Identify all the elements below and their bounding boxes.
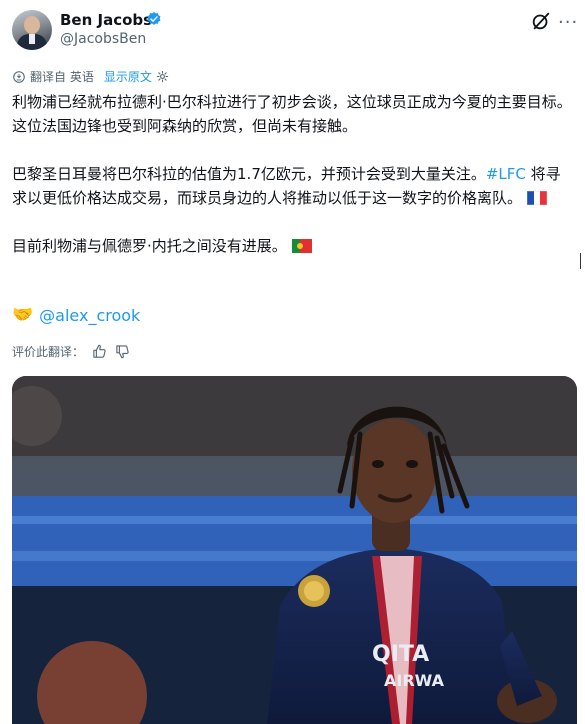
avatar-shirt [29, 34, 35, 44]
player-photo-illustration: QITA AIRWA [12, 376, 577, 724]
more-options-icon[interactable]: ··· [558, 12, 578, 33]
author-handle[interactable]: @JacobsBen [60, 31, 146, 47]
translate-icon [13, 70, 25, 83]
tweet-paragraph-1: 利物浦已经就布拉德利·巴尔科拉进行了初步会谈，这位球员正成为今夏的主要目标。这位… [12, 93, 572, 135]
verified-badge-icon[interactable] [146, 11, 162, 27]
show-original-link[interactable]: 显示原文 [104, 68, 152, 85]
avatar-head [24, 16, 40, 34]
hashtag-lfc[interactable]: #LFC [486, 165, 526, 183]
translation-label: 翻译自 英语 [30, 70, 94, 84]
mention-link[interactable]: @alex_crook [39, 306, 140, 325]
thumbs-down-icon[interactable] [115, 344, 130, 359]
tweet-body: 利物浦已经就布拉德利·巴尔科拉进行了初步会谈，这位球员正成为今夏的主要目标。这位… [12, 90, 574, 258]
rate-translation: 评价此翻译： [12, 343, 130, 360]
france-flag-icon [526, 191, 547, 205]
mention-line: 🤝 @alex_crook [12, 305, 140, 325]
author-name[interactable]: Ben Jacobs [60, 11, 152, 29]
svg-text:AIRWA: AIRWA [384, 671, 445, 690]
tweet-paragraph-3: 目前利物浦与佩德罗·内托之间没有进展。 [12, 234, 574, 258]
tweet-text-2a: 巴黎圣日耳曼将巴尔科拉的估值为1.7亿欧元，并预计会受到大量关注。 [12, 165, 486, 183]
handshake-emoji-icon: 🤝 [12, 305, 34, 325]
portugal-flag-icon [291, 239, 312, 253]
rate-label: 评价此翻译： [12, 345, 85, 359]
text-cursor [580, 253, 585, 269]
tweet-text-3: 目前利物浦与佩德罗·内托之间没有进展。 [12, 237, 287, 255]
author-avatar[interactable] [12, 10, 52, 50]
tweet-media-photo[interactable]: QITA AIRWA [12, 376, 577, 724]
thumbs-up-icon[interactable] [92, 344, 107, 359]
grok-icon[interactable] [530, 10, 552, 32]
translation-bar: 翻译自 英语 显示原文 [12, 68, 169, 85]
tweet-paragraph-2: 巴黎圣日耳曼将巴尔科拉的估值为1.7亿欧元，并预计会受到大量关注。#LFC 将寻… [12, 162, 574, 210]
svg-text:QITA: QITA [372, 642, 429, 667]
gear-icon[interactable] [156, 70, 169, 83]
